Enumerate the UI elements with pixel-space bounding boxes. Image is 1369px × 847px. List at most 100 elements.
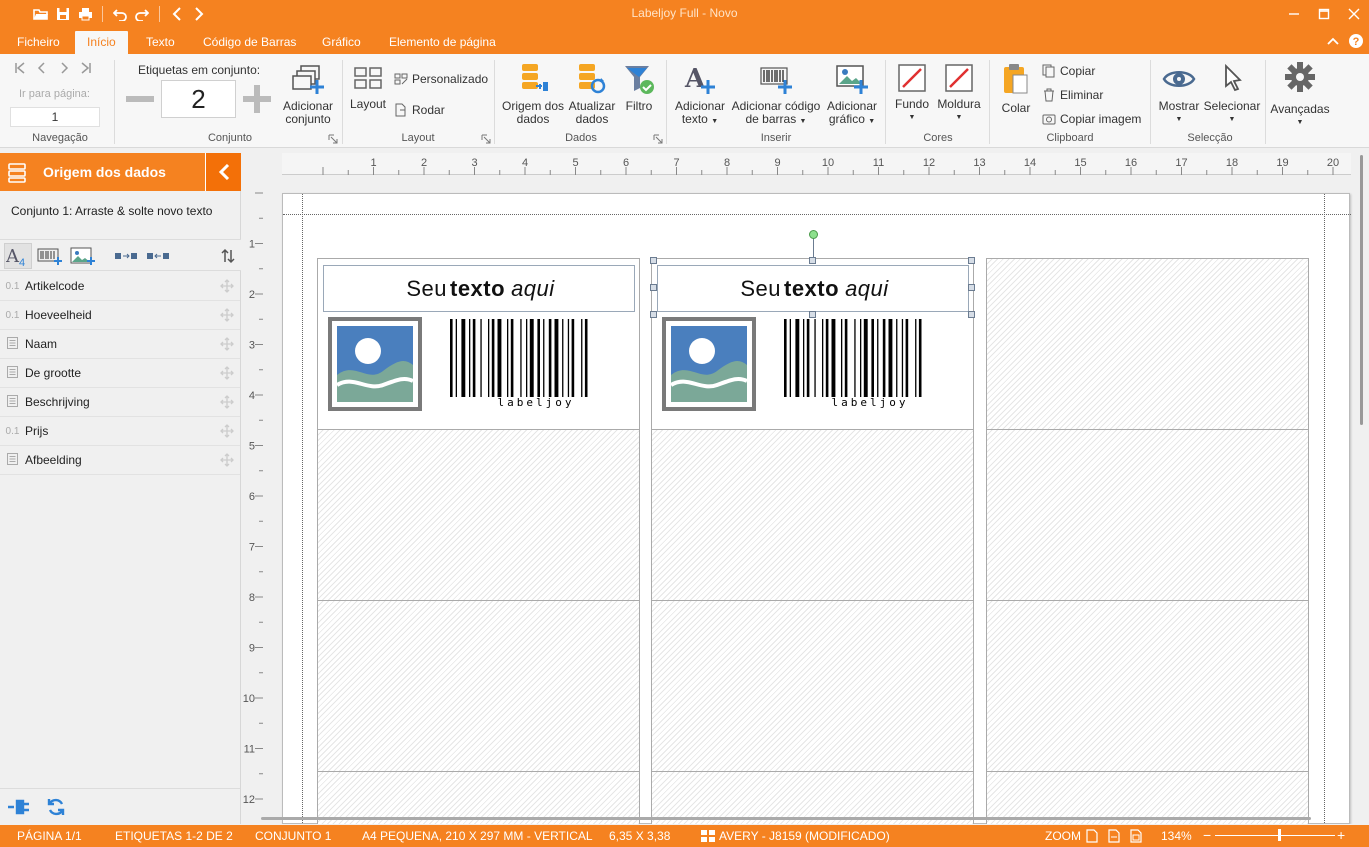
- label-text-object-selected[interactable]: Seu texto aqui: [657, 265, 969, 312]
- collapse-panel-button[interactable]: [205, 153, 241, 191]
- resize-handle[interactable]: [650, 257, 657, 264]
- zoom-in-button[interactable]: +: [1337, 827, 1345, 843]
- copy-button[interactable]: Copiar: [1042, 62, 1095, 80]
- connect-source-button[interactable]: [6, 795, 32, 819]
- refresh-source-button[interactable]: [43, 795, 69, 819]
- add-graphic-button[interactable]: Adicionar gráfico ▼: [822, 62, 882, 128]
- select-button[interactable]: Selecionar ▼: [1203, 62, 1261, 126]
- drag-handle-icon[interactable]: [214, 366, 240, 380]
- advanced-button[interactable]: Avançadas ▼: [1268, 60, 1332, 129]
- zoom-width-icon[interactable]: [1108, 829, 1120, 843]
- list-item[interactable]: 0.1 Hoeveelheid: [0, 301, 240, 330]
- frame-color-button[interactable]: Moldura ▼: [936, 64, 982, 124]
- show-button[interactable]: Mostrar ▼: [1156, 62, 1202, 126]
- custom-layout-button[interactable]: Personalizado: [394, 70, 488, 88]
- resize-handle[interactable]: [968, 284, 975, 291]
- sort-fields-button[interactable]: [214, 243, 242, 269]
- tab-texto[interactable]: Texto: [134, 31, 187, 54]
- zoom-fit-icon[interactable]: [1130, 829, 1142, 843]
- background-color-button[interactable]: Fundo ▼: [892, 64, 932, 124]
- collapse-fields-button[interactable]: [144, 243, 172, 269]
- resize-handle[interactable]: [650, 311, 657, 318]
- label-text-object[interactable]: Seu texto aqui: [323, 265, 635, 312]
- data-source-button[interactable]: Origem dos dados: [500, 62, 566, 126]
- label-2[interactable]: Seu texto aqui labeljoy: [650, 230, 975, 430]
- scrollbar-thumb[interactable]: [261, 817, 1311, 820]
- filter-button[interactable]: Filtro: [620, 62, 658, 113]
- minimize-icon[interactable]: [1279, 0, 1309, 28]
- text-field-mode-button[interactable]: A4: [4, 243, 32, 269]
- zoom-slider[interactable]: [1215, 835, 1335, 836]
- set-dialog-launcher-icon[interactable]: [328, 134, 338, 144]
- page-sheet[interactable]: Seu texto aqui labeljoy Seu texto aqui l…: [282, 193, 1351, 824]
- tab-grafico[interactable]: Gráfico: [310, 31, 373, 54]
- empty-label[interactable]: [986, 600, 1309, 772]
- drag-handle-icon[interactable]: [214, 279, 240, 293]
- label-image-placeholder-icon[interactable]: [662, 317, 756, 411]
- collapse-ribbon-icon[interactable]: [1324, 32, 1342, 50]
- label-image-placeholder-icon[interactable]: [328, 317, 422, 411]
- refresh-data-button[interactable]: Atualizar dados: [566, 62, 618, 126]
- list-item[interactable]: 0.1 Artikelcode: [0, 272, 240, 301]
- resize-handle[interactable]: [650, 284, 657, 291]
- rotate-button[interactable]: Rodar: [394, 101, 445, 119]
- list-item[interactable]: 0.1 Prijs: [0, 417, 240, 446]
- close-icon[interactable]: [1339, 0, 1369, 28]
- copy-image-button[interactable]: Copiar imagem: [1042, 110, 1141, 128]
- barcode-field-mode-button[interactable]: [36, 243, 64, 269]
- paste-button[interactable]: Colar: [998, 62, 1034, 115]
- empty-label[interactable]: [317, 600, 640, 772]
- zoom-slider-thumb[interactable]: [1278, 829, 1281, 841]
- graphic-field-mode-button[interactable]: [69, 243, 97, 269]
- vertical-scrollbar[interactable]: [1355, 153, 1369, 824]
- drag-handle-icon[interactable]: [214, 395, 240, 409]
- drag-handle-icon[interactable]: [214, 453, 240, 467]
- layout-dialog-launcher-icon[interactable]: [481, 134, 491, 144]
- list-item[interactable]: De grootte: [0, 359, 240, 388]
- resize-handle[interactable]: [968, 257, 975, 264]
- expand-fields-button[interactable]: [112, 243, 140, 269]
- resize-handle[interactable]: [809, 257, 816, 264]
- help-icon[interactable]: ?: [1347, 32, 1365, 50]
- list-item[interactable]: Beschrijving: [0, 388, 240, 417]
- zoom-out-button[interactable]: −: [1203, 827, 1211, 843]
- decrease-labels-button[interactable]: [125, 89, 155, 112]
- status-template[interactable]: AVERY - J8159 (MODIFICADO): [719, 829, 890, 843]
- next-page-icon[interactable]: [56, 60, 72, 76]
- goto-page-input[interactable]: 1: [10, 107, 100, 127]
- scrollbar-thumb[interactable]: [1360, 155, 1363, 425]
- drag-handle-icon[interactable]: [214, 424, 240, 438]
- add-set-button[interactable]: Adicionar conjunto: [280, 64, 336, 126]
- drag-handle-icon[interactable]: [214, 308, 240, 322]
- tab-ficheiro[interactable]: Ficheiro: [5, 31, 72, 54]
- last-page-icon[interactable]: [78, 60, 94, 76]
- resize-handle[interactable]: [968, 311, 975, 318]
- empty-label[interactable]: [986, 258, 1309, 430]
- rotation-handle[interactable]: [809, 230, 818, 239]
- tab-inicio[interactable]: Início: [75, 31, 128, 54]
- label-barcode-object[interactable]: labeljoy: [448, 315, 624, 411]
- delete-button[interactable]: Eliminar: [1042, 86, 1103, 104]
- horizontal-scrollbar[interactable]: [261, 814, 1331, 824]
- first-page-icon[interactable]: [12, 60, 28, 76]
- label-canvas[interactable]: 1 2 3 4 5 6 7 8 9 10 11 12 13 14 15 16 17 18 19 20 12345678…: [241, 153, 1369, 824]
- empty-label[interactable]: [986, 429, 1309, 601]
- empty-label[interactable]: [651, 600, 974, 772]
- maximize-icon[interactable]: [1309, 0, 1339, 28]
- zoom-page-icon[interactable]: [1086, 829, 1098, 843]
- list-item[interactable]: Afbeelding: [0, 446, 240, 475]
- labels-in-set-input[interactable]: 2: [161, 80, 236, 118]
- tab-elemento-de-pagina[interactable]: Elemento de página: [377, 31, 508, 54]
- label-barcode-object[interactable]: labeljoy: [782, 315, 958, 411]
- empty-label[interactable]: [317, 429, 640, 601]
- label-1[interactable]: Seu texto aqui labeljoy: [317, 258, 640, 430]
- add-barcode-button[interactable]: Adicionar código de barras ▼: [728, 62, 824, 128]
- list-item[interactable]: Naam: [0, 330, 240, 359]
- resize-handle[interactable]: [809, 311, 816, 318]
- add-text-button[interactable]: A Adicionar texto ▼: [670, 62, 730, 128]
- increase-labels-button[interactable]: [242, 84, 272, 117]
- empty-label[interactable]: [651, 429, 974, 601]
- data-dialog-launcher-icon[interactable]: [653, 134, 663, 144]
- layout-button[interactable]: Layout: [346, 66, 390, 111]
- drag-handle-icon[interactable]: [214, 337, 240, 351]
